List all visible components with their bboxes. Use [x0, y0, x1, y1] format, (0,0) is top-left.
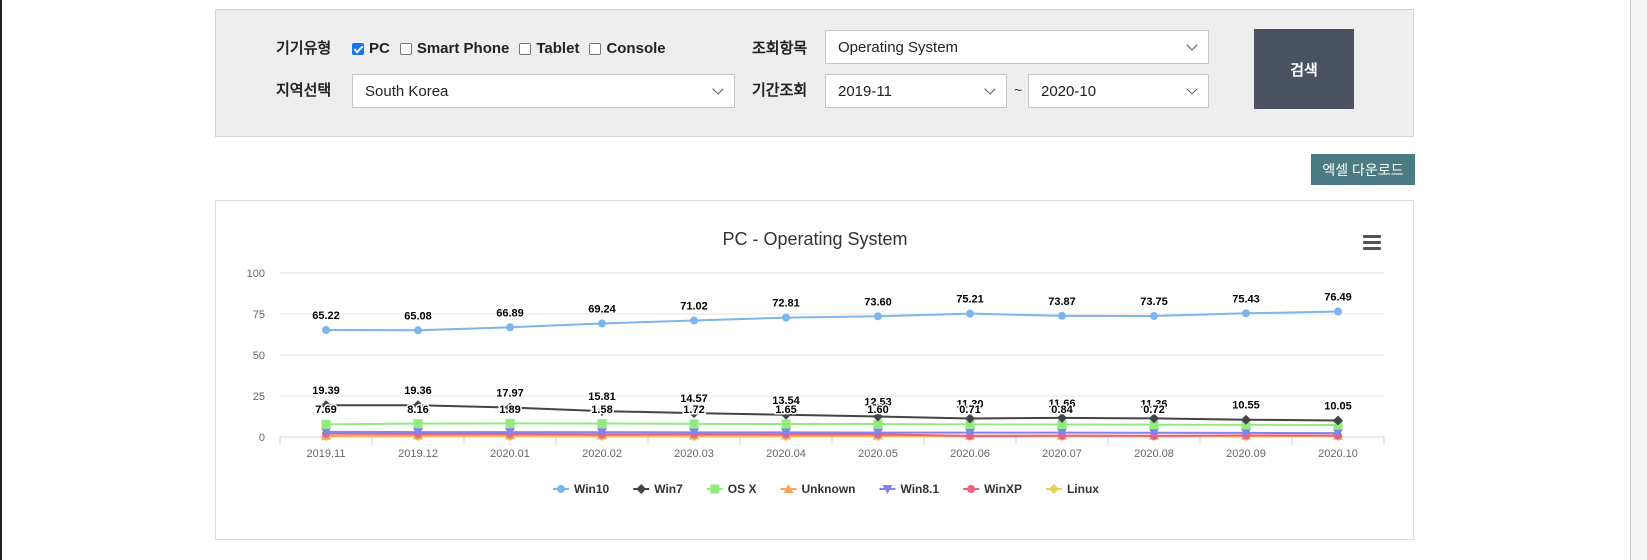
checkbox-pc[interactable] — [352, 42, 364, 55]
device-option-smart-phone[interactable]: Smart Phone — [399, 40, 509, 57]
query-item-label: 조회항목 — [752, 40, 808, 57]
scrollbar-track[interactable] — [1630, 0, 1647, 560]
period-label: 기간조회 — [752, 82, 808, 99]
period-from-select[interactable]: 2019-11 — [825, 74, 1007, 108]
device-type-label: 기기유형 — [276, 40, 332, 57]
chart-menu-icon[interactable] — [1363, 235, 1381, 251]
query-item-select[interactable]: Operating System — [825, 30, 1209, 64]
filter-panel: 기기유형 PC Smart Phone Tablet Console 조회항목 … — [215, 9, 1414, 137]
search-button[interactable]: 검색 — [1254, 29, 1354, 109]
checkbox-tablet[interactable] — [519, 42, 532, 55]
window-edge-left — [0, 0, 2, 560]
device-option-pc[interactable]: PC — [352, 40, 390, 57]
chevron-down-icon — [1186, 83, 1198, 95]
region-select[interactable]: South Korea — [352, 74, 735, 108]
region-label: 지역선택 — [276, 82, 332, 99]
chevron-down-icon — [984, 83, 996, 95]
device-option-console[interactable]: Console — [589, 40, 666, 57]
excel-download-button[interactable]: 엑셀 다운로드 — [1311, 154, 1415, 185]
device-option-tablet[interactable]: Tablet — [519, 40, 579, 57]
checkbox-smart-phone[interactable] — [399, 42, 412, 55]
chart-container — [215, 200, 1414, 540]
period-separator: ~ — [1014, 82, 1023, 98]
period-to-select[interactable]: 2020-10 — [1028, 74, 1209, 108]
chevron-down-icon — [712, 83, 724, 95]
checkbox-console[interactable] — [589, 42, 602, 55]
chevron-down-icon — [1186, 39, 1198, 51]
device-type-checkboxes: PC Smart Phone Tablet Console — [352, 40, 676, 57]
